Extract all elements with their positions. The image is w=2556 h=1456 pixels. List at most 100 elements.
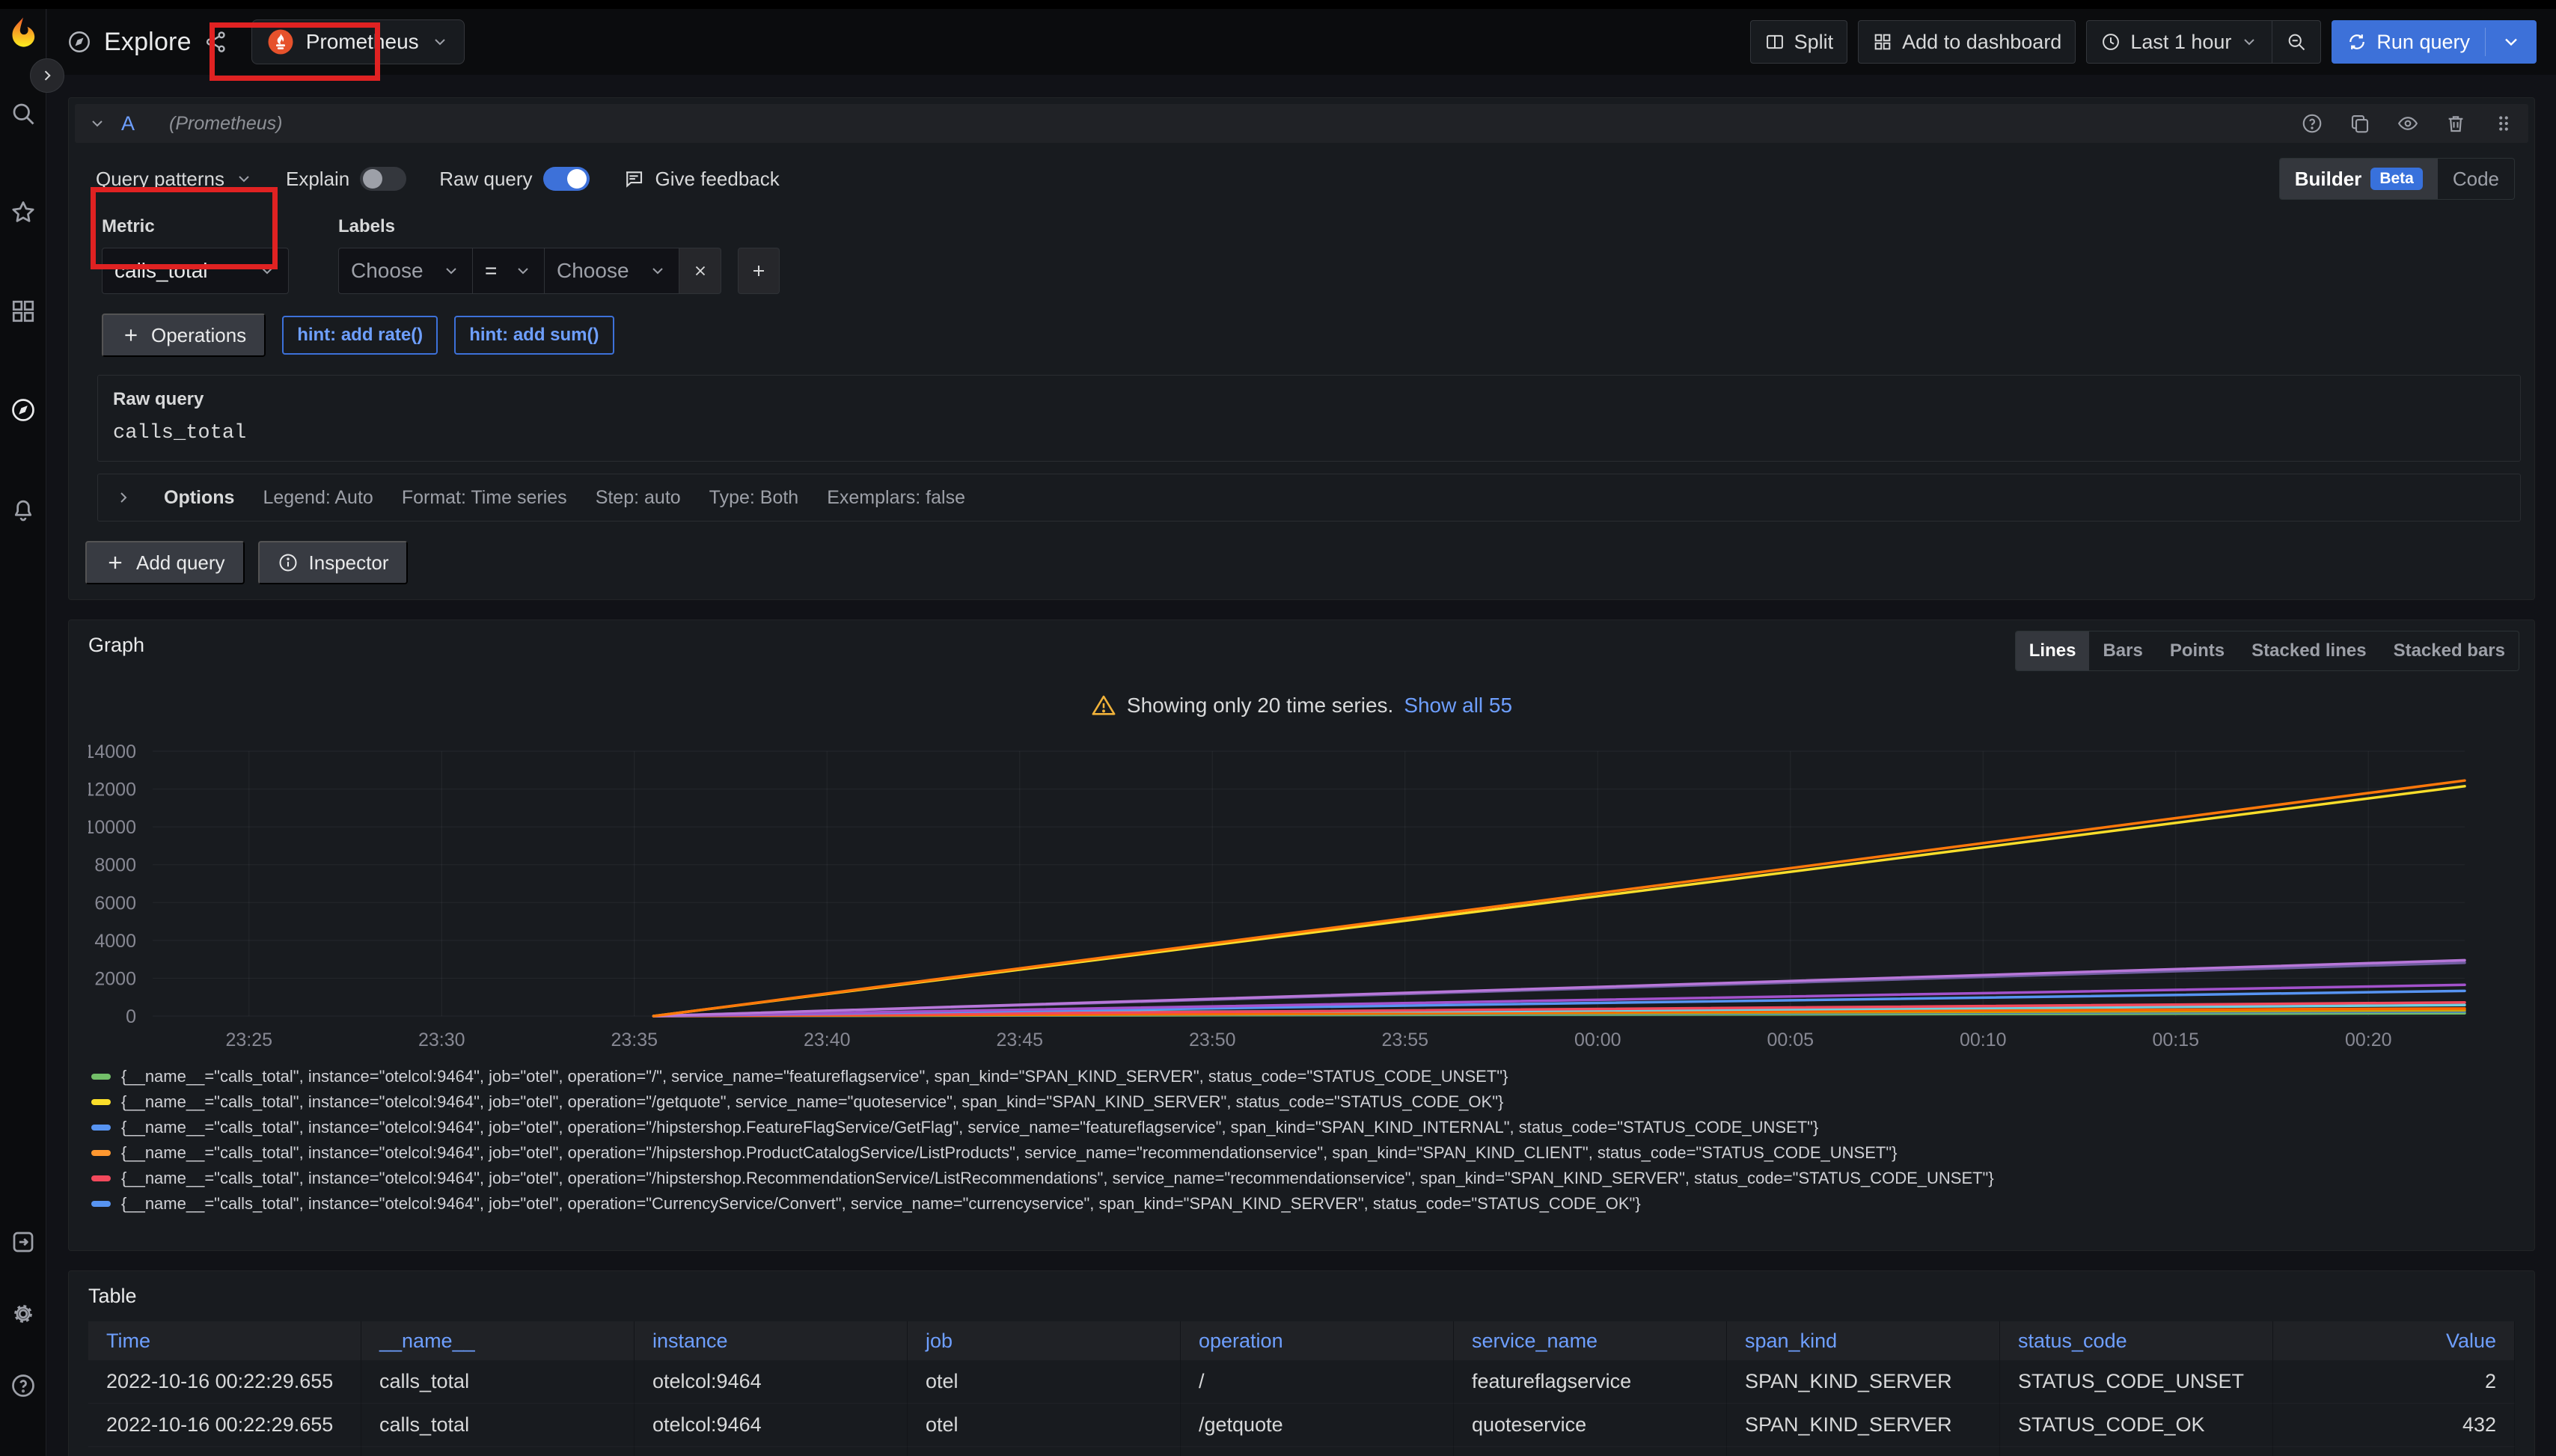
give-feedback-button[interactable]: Give feedback xyxy=(623,168,780,191)
label-value-select[interactable]: Choose xyxy=(545,248,679,294)
legend-item[interactable]: {__name__="calls_total", instance="otelc… xyxy=(88,1191,2515,1217)
svg-text:14000: 14000 xyxy=(88,741,136,762)
clock-icon xyxy=(2100,31,2121,52)
svg-text:00:00: 00:00 xyxy=(1574,1030,1621,1050)
table-header-instance[interactable]: instance xyxy=(635,1321,908,1360)
remove-label-filter-button[interactable] xyxy=(679,248,721,294)
graph-mode-points[interactable]: Points xyxy=(2156,631,2238,670)
legend-item[interactable]: {__name__="calls_total", instance="otelc… xyxy=(88,1089,2515,1115)
table-cell: featureflagservice xyxy=(1454,1447,1727,1456)
help-icon[interactable] xyxy=(8,1371,38,1401)
gear-icon[interactable] xyxy=(8,1299,38,1329)
plus-icon xyxy=(750,262,768,280)
copy-icon[interactable] xyxy=(2349,112,2371,135)
table-header-time[interactable]: Time xyxy=(88,1321,361,1360)
compass-explore-icon[interactable] xyxy=(8,395,38,425)
code-tab[interactable]: Code xyxy=(2438,159,2514,199)
table-cell: SPAN_KIND_SERVER xyxy=(1727,1404,2000,1447)
run-query-dropdown[interactable] xyxy=(2486,20,2537,64)
explain-toggle[interactable] xyxy=(360,167,406,191)
svg-text:23:25: 23:25 xyxy=(225,1030,272,1050)
query-toolbar: Query patterns Explain Raw query Give fe… xyxy=(75,143,2528,204)
grafana-logo[interactable] xyxy=(7,16,40,49)
graph-panel: Graph LinesBarsPointsStacked linesStacke… xyxy=(68,620,2535,1251)
table-header-spankind[interactable]: span_kind xyxy=(1727,1321,2000,1360)
explore-toolbar: Explore Prometheus Split xyxy=(47,9,2556,75)
bell-icon[interactable] xyxy=(8,494,38,524)
legend-item[interactable]: {__name__="calls_total", instance="otelc… xyxy=(88,1115,2515,1140)
graph-mode-bars[interactable]: Bars xyxy=(2089,631,2156,670)
query-ref-id: A xyxy=(121,112,135,135)
legend-item[interactable]: {__name__="calls_total", instance="otelc… xyxy=(88,1166,2515,1191)
table-header-statuscode[interactable]: status_code xyxy=(2000,1321,2273,1360)
legend-item[interactable]: {__name__="calls_total", instance="otelc… xyxy=(88,1064,2515,1089)
chevron-down-icon xyxy=(514,262,532,280)
beta-badge: Beta xyxy=(2370,168,2423,190)
options-label: Options xyxy=(164,487,234,509)
drag-handle-icon[interactable] xyxy=(2492,112,2515,135)
svg-text:00:05: 00:05 xyxy=(1767,1030,1814,1050)
svg-text:2000: 2000 xyxy=(94,968,136,989)
table-header-job[interactable]: job xyxy=(908,1321,1181,1360)
graph-mode-lines[interactable]: Lines xyxy=(2016,631,2090,670)
chevron-down-icon xyxy=(442,262,460,280)
table-header-operation[interactable]: operation xyxy=(1181,1321,1454,1360)
table-cell: / xyxy=(1181,1360,1454,1404)
time-series-chart[interactable]: 23:2523:3023:3523:4023:4523:5023:5500:00… xyxy=(88,738,2471,1061)
label-operator-select[interactable]: = xyxy=(473,248,545,294)
table-cell: 432 xyxy=(2273,1404,2515,1447)
graph-mode-switcher: LinesBarsPointsStacked linesStacked bars xyxy=(2015,631,2519,671)
legend-item[interactable]: {__name__="calls_total", instance="otelc… xyxy=(88,1140,2515,1166)
raw-query-toggle[interactable] xyxy=(543,167,590,191)
question-circle-icon[interactable] xyxy=(2301,112,2323,135)
chevron-right-icon[interactable] xyxy=(114,489,132,507)
apps-icon[interactable] xyxy=(8,296,38,326)
builder-code-switch: Builder Beta Code xyxy=(2279,158,2515,200)
add-query-button[interactable]: Add query xyxy=(85,541,245,584)
page-title: Explore xyxy=(104,28,192,57)
add-to-dashboard-button[interactable]: Add to dashboard xyxy=(1858,20,2076,64)
metric-select[interactable]: calls_total xyxy=(102,248,289,294)
apps-icon xyxy=(1872,31,1893,52)
sync-icon xyxy=(2346,31,2367,52)
table-cell: STATUS_CODE_UNSET xyxy=(2000,1447,2273,1456)
table-header-value[interactable]: Value xyxy=(2273,1321,2515,1360)
datasource-picker[interactable]: Prometheus xyxy=(251,19,465,64)
table-cell: 2 xyxy=(2273,1360,2515,1404)
hint-add-sum-button[interactable]: hint: add sum() xyxy=(454,316,614,355)
graph-mode-stacked-lines[interactable]: Stacked lines xyxy=(2238,631,2379,670)
svg-text:6000: 6000 xyxy=(94,893,136,914)
hint-add-rate-button[interactable]: hint: add rate() xyxy=(282,316,438,355)
show-all-series-link[interactable]: Show all 55 xyxy=(1404,694,1512,718)
time-range-button[interactable]: Last 1 hour xyxy=(2087,21,2272,63)
legend-swatch-icon xyxy=(91,1074,111,1080)
table-header-servicename[interactable]: service_name xyxy=(1454,1321,1727,1360)
legend-label: {__name__="calls_total", instance="otelc… xyxy=(121,1067,1508,1086)
trash-icon[interactable] xyxy=(2445,112,2467,135)
query-options-row[interactable]: Options Legend: Auto Format: Time series… xyxy=(97,474,2521,521)
table-cell: otelcol:9464 xyxy=(635,1447,908,1456)
star-icon[interactable] xyxy=(8,198,38,227)
operations-button[interactable]: Operations xyxy=(102,313,266,357)
inspector-button[interactable]: Inspector xyxy=(258,541,409,584)
graph-mode-stacked-bars[interactable]: Stacked bars xyxy=(2380,631,2519,670)
query-row-header[interactable]: A (Prometheus) xyxy=(75,104,2528,143)
collapse-chevron-icon[interactable] xyxy=(88,114,106,132)
query-patterns-dropdown[interactable]: Query patterns xyxy=(96,168,253,191)
zoom-out-time-button[interactable] xyxy=(2272,21,2320,63)
legend-label: {__name__="calls_total", instance="otelc… xyxy=(121,1092,1503,1112)
query-row-actions xyxy=(2301,112,2515,135)
search-icon[interactable] xyxy=(8,99,38,129)
split-icon xyxy=(1764,31,1785,52)
split-button[interactable]: Split xyxy=(1750,20,1848,64)
share-icon[interactable] xyxy=(204,29,229,55)
table-header-name[interactable]: __name__ xyxy=(361,1321,635,1360)
sign-in-icon[interactable] xyxy=(8,1227,38,1257)
builder-tab[interactable]: Builder Beta xyxy=(2280,159,2438,199)
eye-icon[interactable] xyxy=(2397,112,2419,135)
label-key-select[interactable]: Choose xyxy=(338,248,473,294)
svg-text:23:45: 23:45 xyxy=(996,1030,1043,1050)
run-query-button[interactable]: Run query xyxy=(2332,20,2537,64)
add-label-filter-button[interactable] xyxy=(738,248,780,294)
sidebar-expand-button[interactable] xyxy=(30,58,64,93)
